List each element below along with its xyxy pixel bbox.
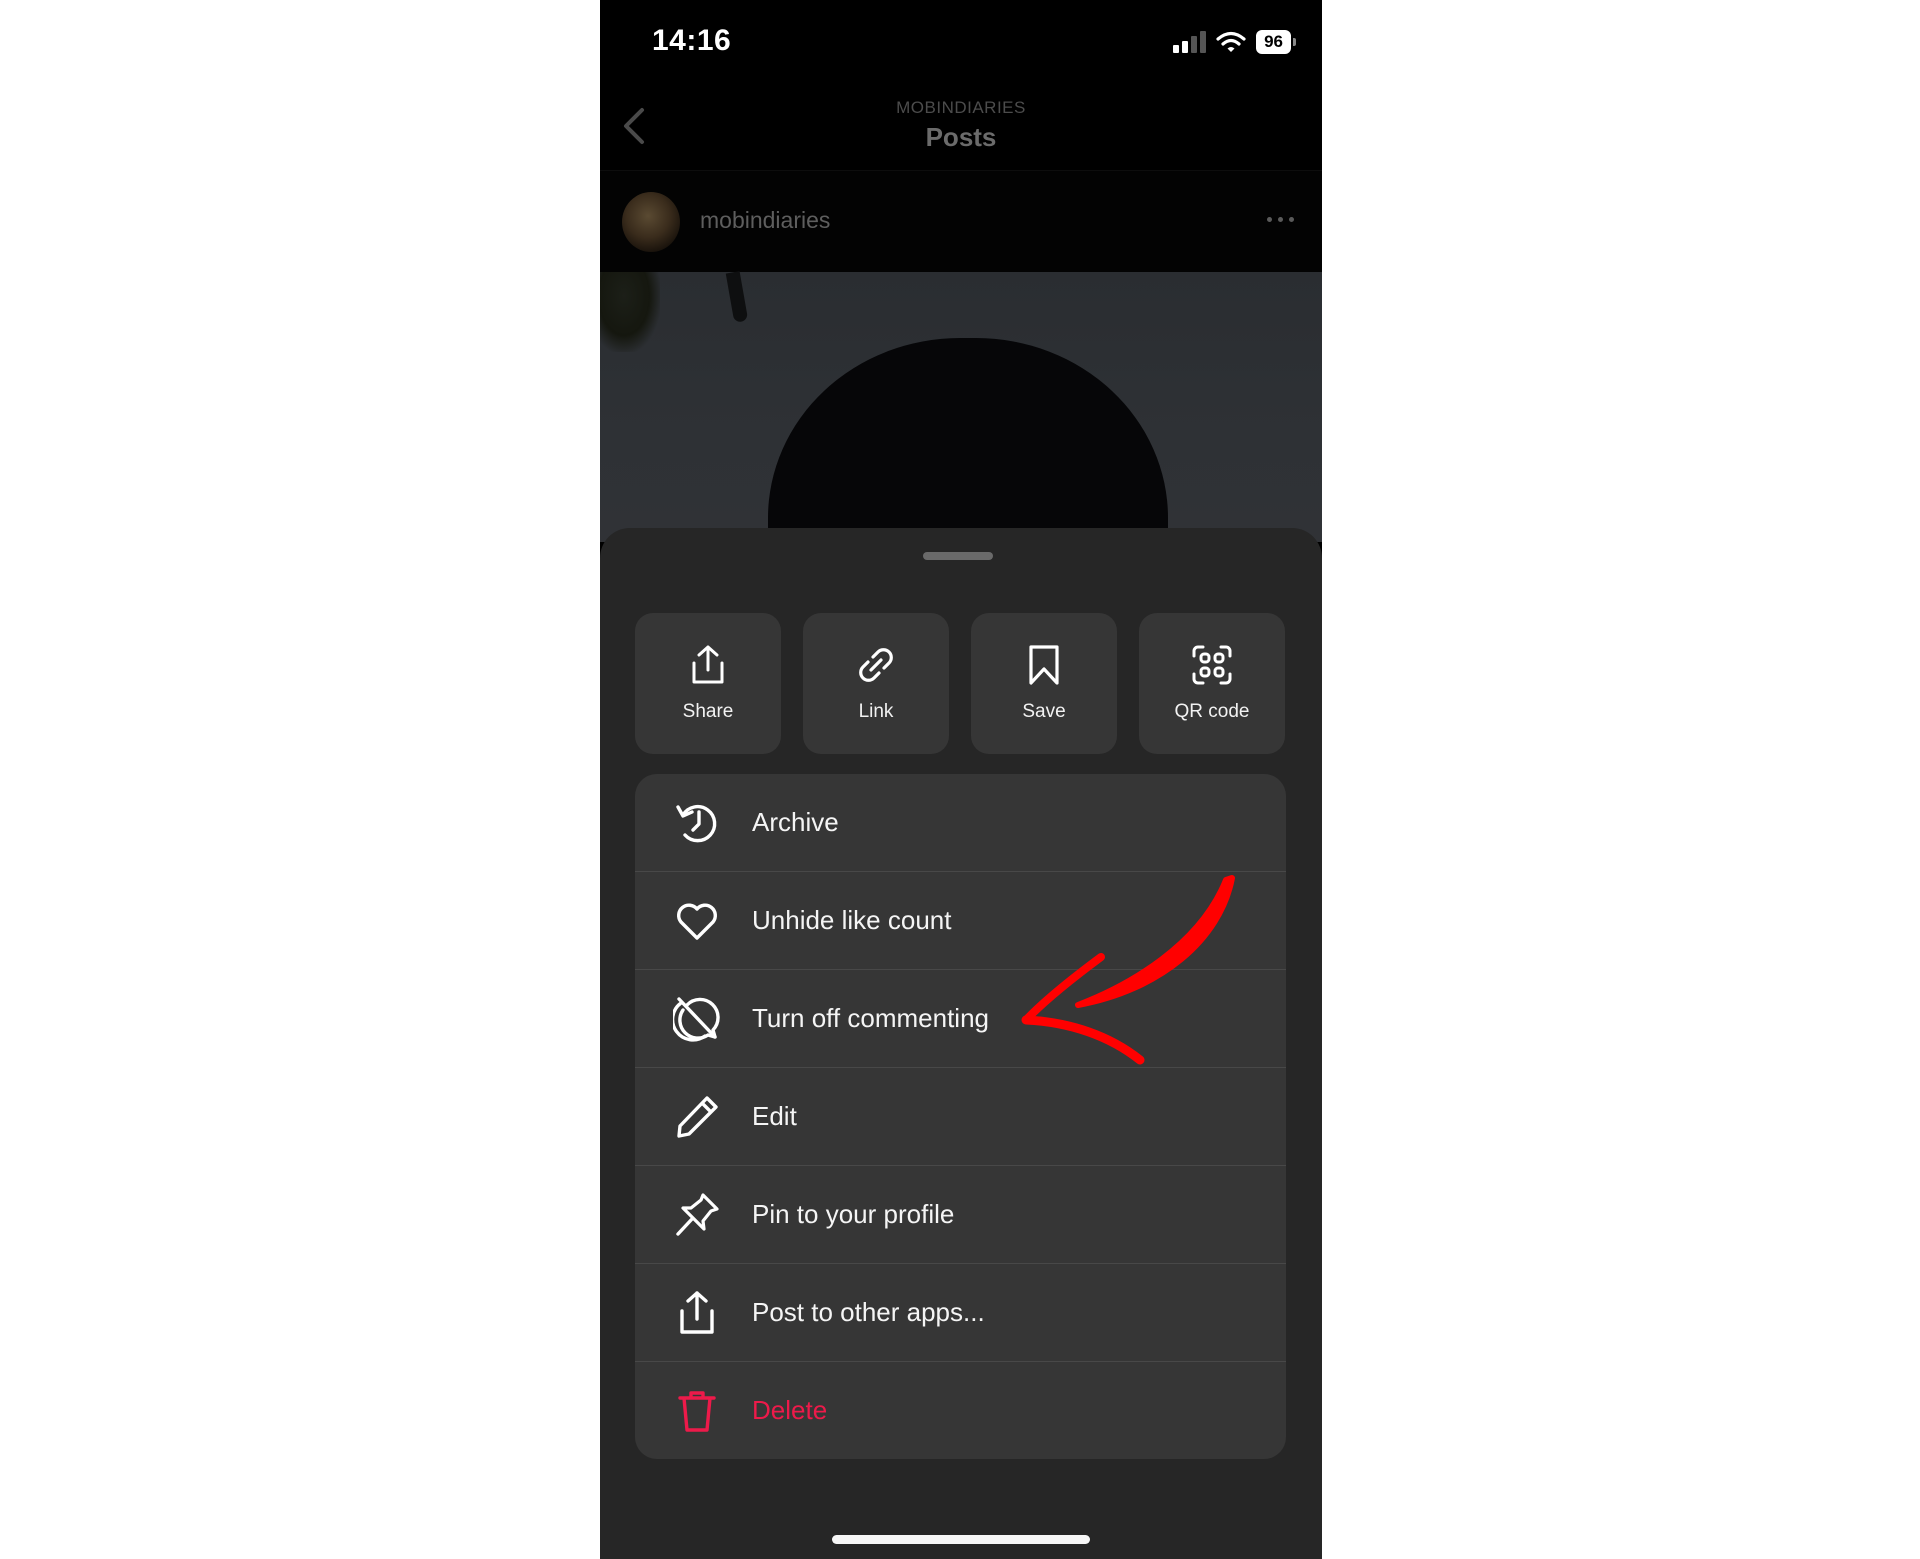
link-button[interactable]: Link [803,613,949,754]
sheet-grabber[interactable] [923,552,993,560]
qr-code-label: QR code [1174,701,1250,722]
signal-icon [1173,31,1207,53]
menu-label-post-to-other-apps: Post to other apps... [752,1297,985,1327]
menu-item-turn-off-commenting[interactable]: Turn off commenting [635,970,1286,1068]
more-options-button[interactable] [1260,207,1300,231]
link-icon [859,648,893,682]
menu-item-pin-to-profile[interactable]: Pin to your profile [635,1166,1286,1264]
avatar[interactable] [622,192,680,252]
menu-label-turn-off-commenting: Turn off commenting [752,1003,989,1033]
post-header: mobindiaries [600,170,1322,273]
qr-code-button[interactable]: QR code [1139,613,1285,754]
comment-off-icon [673,996,720,1042]
bookmark-icon [1029,645,1059,685]
menu-item-post-to-other-apps[interactable]: Post to other apps... [635,1264,1286,1362]
status-time: 14:16 [652,24,732,57]
heart-icon [677,903,717,940]
home-indicator[interactable] [832,1535,1090,1544]
wifi-icon [1216,31,1246,52]
options-sheet: Share Link Save QR code Archive Unhide l… [600,528,1322,1559]
phone-screen: 14:16 96 MOBINDIARIES Posts mobindiaries [600,0,1322,1559]
trash-icon [678,1390,716,1432]
link-label: Link [858,701,894,722]
quick-actions: Share Link Save QR code [635,613,1285,754]
share-button[interactable]: Share [635,613,781,754]
menu-label-edit: Edit [752,1101,797,1131]
battery-percent: 96 [1256,30,1291,54]
menu-item-archive[interactable]: Archive [635,774,1286,872]
post-image [600,271,1322,638]
header-account: MOBINDIARIES [896,98,1026,117]
share-label: Share [682,701,734,722]
menu-label-archive: Archive [752,807,839,837]
menu-label-unhide-like-count: Unhide like count [752,905,952,935]
archive-history-icon [676,804,717,842]
share-icon [692,645,724,684]
share-icon [680,1290,714,1334]
post-username[interactable]: mobindiaries [700,207,830,234]
status-icons: 96 [1173,30,1296,54]
save-label: Save [1022,701,1066,722]
ellipsis-icon [1266,216,1272,222]
menu-item-edit[interactable]: Edit [635,1068,1286,1166]
qr-code-icon [1192,645,1232,685]
menu-label-delete: Delete [752,1395,828,1425]
options-menu: Archive Unhide like count Turn off comme… [635,774,1286,1459]
page-title: Posts [925,122,997,152]
battery-icon: 96 [1256,30,1296,54]
pin-icon [676,1192,719,1236]
menu-item-unhide-like-count[interactable]: Unhide like count [635,872,1286,970]
save-button[interactable]: Save [971,613,1117,754]
pencil-icon [677,1095,718,1138]
menu-item-delete[interactable]: Delete [635,1362,1286,1459]
menu-label-pin-to-profile: Pin to your profile [752,1199,955,1229]
